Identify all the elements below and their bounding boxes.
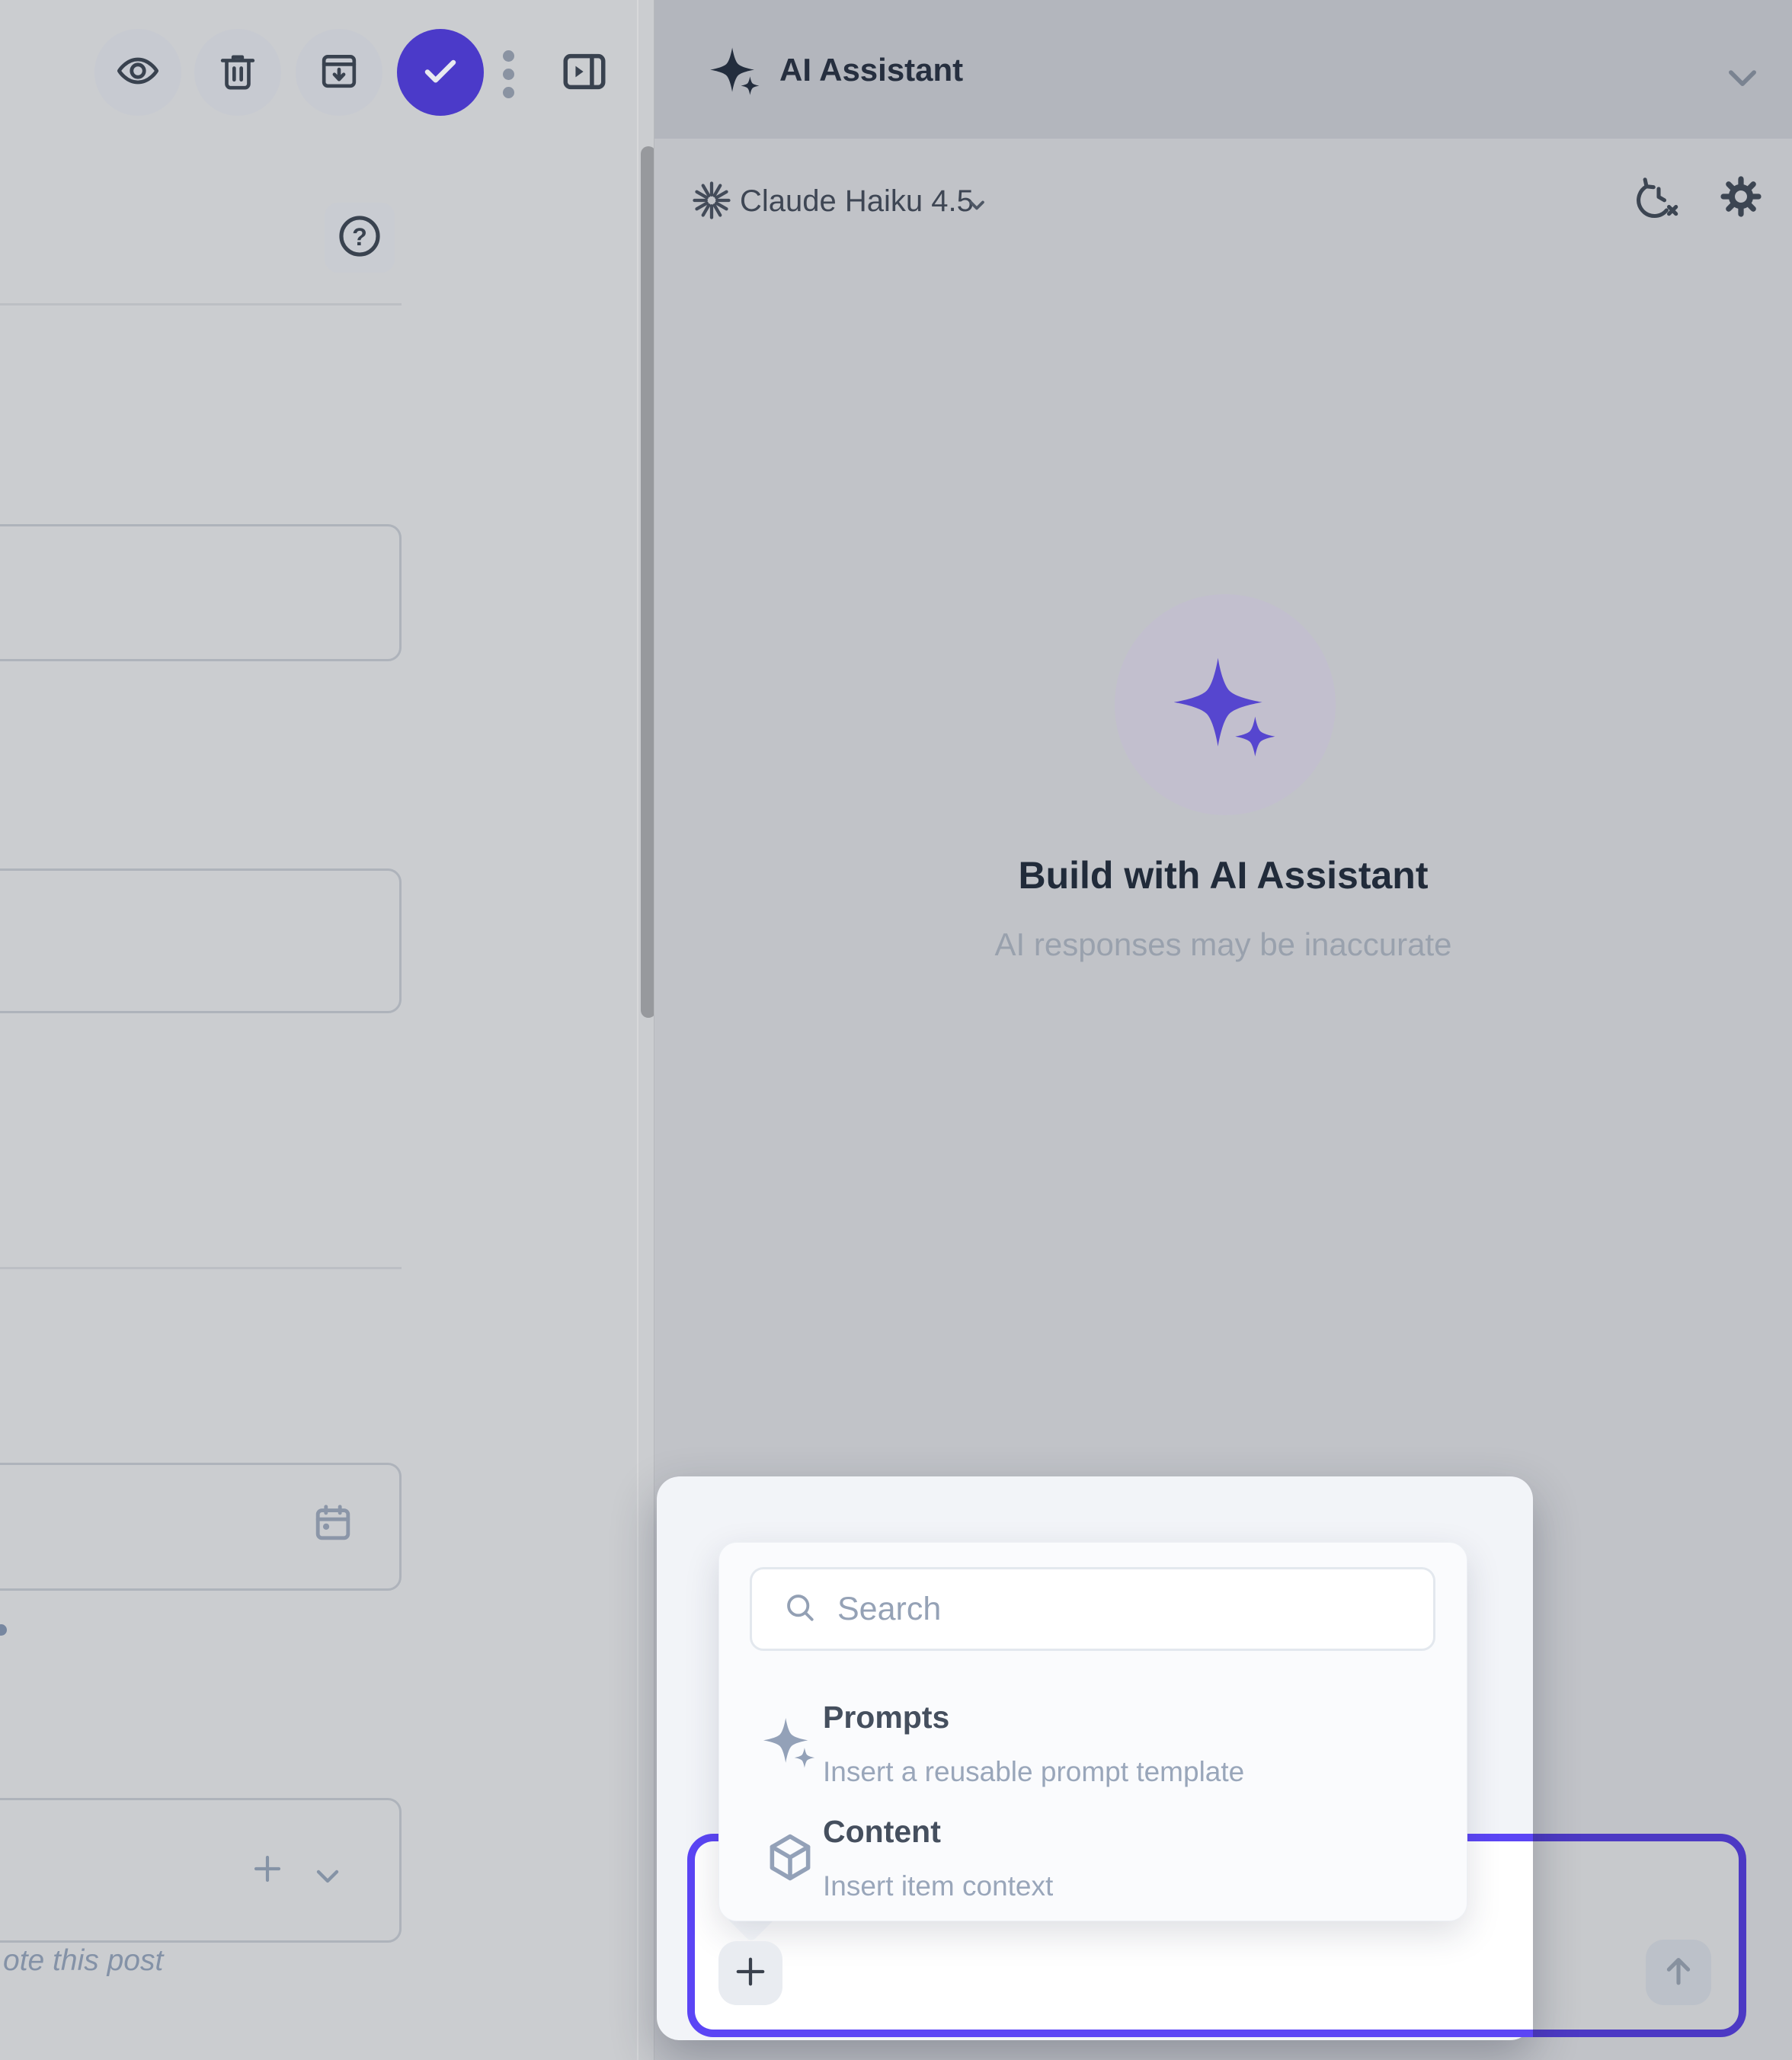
sparkles-icon <box>1168 646 1282 764</box>
pane-divider <box>637 0 638 2060</box>
insert-popover: Prompts Insert a reusable prompt templat… <box>718 1542 1467 1921</box>
empty-state-title: Build with AI Assistant <box>654 853 1792 897</box>
menu-item-content[interactable]: Content Insert item context <box>736 1806 1451 1919</box>
panel-right-icon <box>559 46 610 101</box>
menu-item-subtitle: Insert item context <box>823 1870 1053 1902</box>
sparkles-icon <box>708 44 761 101</box>
menu-item-title: Content <box>823 1814 941 1850</box>
popover-search <box>750 1567 1435 1651</box>
sparkles-icon <box>760 1712 818 1774</box>
calendar-icon[interactable] <box>311 1501 355 1549</box>
archive-button[interactable] <box>296 29 382 116</box>
history-clear-icon <box>1637 174 1681 222</box>
ai-panel-header: AI Assistant <box>654 0 1792 139</box>
search-input[interactable] <box>837 1591 1371 1628</box>
help-button[interactable]: ? <box>325 203 395 273</box>
gear-icon <box>1719 174 1763 222</box>
search-icon <box>782 1590 818 1629</box>
text-field[interactable] <box>0 868 402 1013</box>
plus-icon <box>730 1951 771 1996</box>
model-name: Claude Haiku 4.5 <box>740 183 974 219</box>
attach-context-button[interactable] <box>718 1941 782 2005</box>
left-pane: ? ote this post <box>0 0 641 2060</box>
menu-item-prompts[interactable]: Prompts Insert a reusable prompt templat… <box>736 1692 1451 1805</box>
starburst-icon <box>691 180 732 225</box>
settings-button[interactable] <box>1718 175 1764 221</box>
ai-panel-title: AI Assistant <box>779 50 963 90</box>
publish-confirm-button[interactable] <box>397 29 484 116</box>
menu-item-title: Prompts <box>823 1700 949 1735</box>
empty-state-subtitle: AI responses may be inaccurate <box>654 926 1792 963</box>
arrow-up-icon <box>1657 1950 1700 1996</box>
model-dropdown-chevron-icon <box>962 190 991 223</box>
send-button[interactable] <box>1646 1940 1711 2005</box>
kebab-dot <box>503 87 514 98</box>
cube-icon <box>763 1831 817 1888</box>
section-divider <box>0 303 402 305</box>
kebab-dot <box>503 50 514 62</box>
preview-button[interactable] <box>94 29 181 116</box>
add-item-icon[interactable] <box>248 1850 286 1892</box>
eye-icon <box>116 49 160 97</box>
menu-item-subtitle: Insert a reusable prompt template <box>823 1756 1244 1788</box>
trash-icon <box>216 50 259 96</box>
check-icon <box>418 48 463 98</box>
svg-text:?: ? <box>352 222 367 250</box>
chevron-down-icon[interactable] <box>309 1857 346 1898</box>
archive-down-icon <box>318 50 360 96</box>
question-circle-icon: ? <box>336 213 383 264</box>
text-field[interactable] <box>0 524 402 661</box>
required-marker <box>0 1624 7 1636</box>
collapse-panel-chevron-icon[interactable] <box>1721 56 1764 103</box>
clear-history-button[interactable] <box>1636 175 1682 221</box>
more-options-button[interactable] <box>498 50 518 98</box>
toggle-side-panel-button[interactable] <box>558 46 611 100</box>
section-divider <box>0 1267 402 1269</box>
empty-state-badge <box>1115 594 1336 815</box>
kebab-dot <box>503 69 514 80</box>
field-helper-text: ote this post <box>3 1944 163 1978</box>
delete-button[interactable] <box>194 29 281 116</box>
